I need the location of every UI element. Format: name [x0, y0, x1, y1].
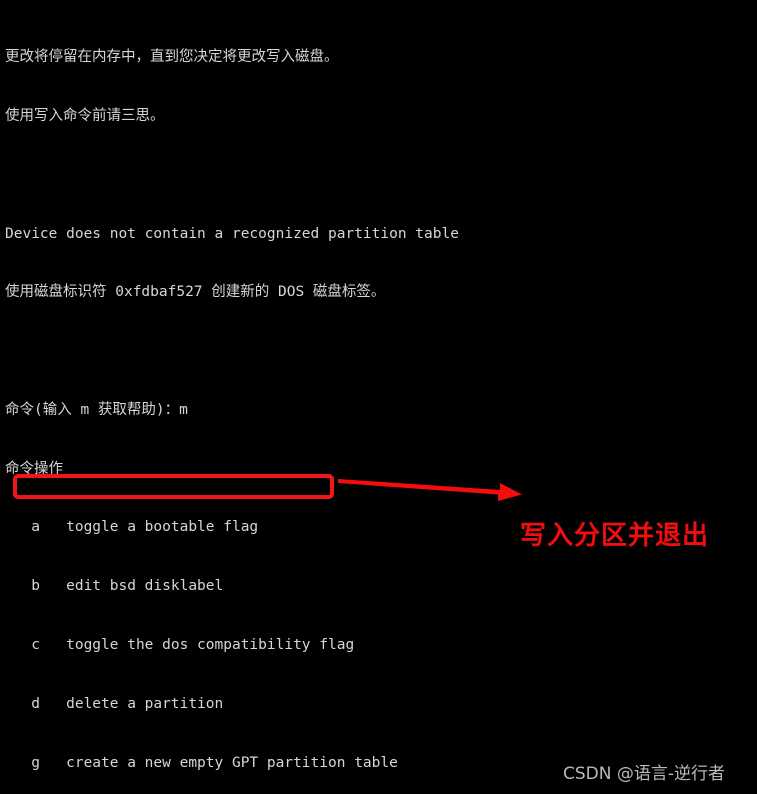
- terminal-line: 使用写入命令前请三思。: [5, 107, 165, 124]
- menu-item-c: c toggle the dos compatibility flag: [5, 637, 355, 653]
- terminal-line: 使用磁盘标识符 0xfdbaf527 创建新的 DOS 磁盘标签。: [5, 284, 386, 301]
- terminal-screenshot: 更改将停留在内存中，直到您决定将更改写入磁盘。 使用写入命令前请三思。 Devi…: [0, 0, 757, 794]
- terminal-menu-heading: 命令操作: [5, 460, 63, 477]
- menu-item-a: a toggle a bootable flag: [5, 519, 259, 536]
- terminal-line: Device does not contain a recognized par…: [5, 225, 459, 242]
- menu-item-d: d delete a partition: [5, 695, 224, 712]
- menu-item-g: g create a new empty GPT partition table: [5, 754, 398, 771]
- menu-item-b: b edit bsd disklabel: [5, 578, 224, 595]
- terminal-line: 更改将停留在内存中，直到您决定将更改写入磁盘。: [5, 49, 339, 66]
- terminal-prompt-line-m: 命令(输入 m 获取帮助)：m: [5, 401, 188, 418]
- terminal-output[interactable]: 更改将停留在内存中，直到您决定将更改写入磁盘。 使用写入命令前请三思。 Devi…: [0, 0, 757, 794]
